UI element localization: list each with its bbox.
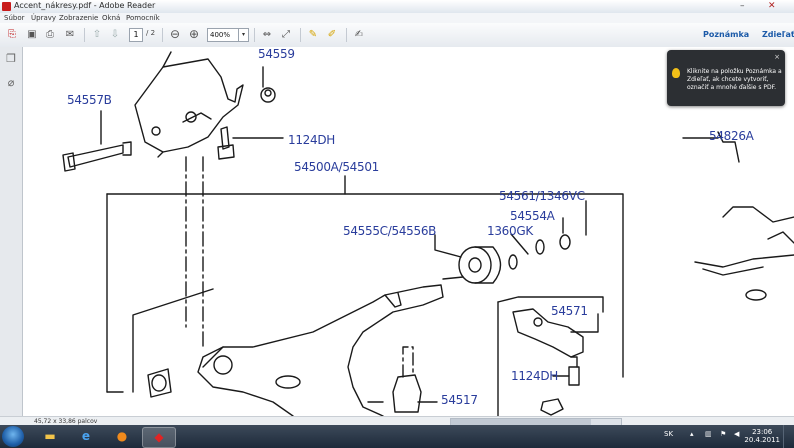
tooltip: × Kliknite na položku Poznámka a Zdieľať… [667,50,785,106]
separator [300,28,301,42]
fit-page-icon[interactable]: ⤢ [279,27,293,42]
separator [254,28,255,42]
clock-time: 23:06 [752,428,773,436]
zoom-value: 400% [210,31,231,39]
menu-view[interactable]: Zobrazenie [59,13,98,23]
part-label-54559: 54559 [258,47,295,61]
notes-button[interactable]: Poznámka [703,30,749,39]
volume-icon[interactable]: ◀ [734,430,739,438]
comment-icon[interactable]: ✎ [306,27,320,42]
part-label-54561: 54561/1346VC [499,189,585,203]
part-label-1360gk: 1360GK [487,224,533,238]
part-label-1124dh-top: 1124DH [288,133,336,147]
menu-file[interactable]: Súbor [4,13,24,23]
minimize-button[interactable]: – [740,1,745,12]
taskbar: ▬ e ● ◆ SK ▴ ▥ ⚑ ◀ 23:06 20.4.2011 [0,425,794,448]
clock[interactable]: 23:06 20.4.2011 [744,428,780,444]
create-pdf-icon[interactable]: ⎘ [4,27,20,42]
menu-window[interactable]: Okná [102,13,120,23]
zoom-out-icon[interactable]: ⊖ [168,27,182,42]
taskbar-adobe-reader[interactable]: ◆ [142,427,176,448]
taskbar-ie[interactable]: e [70,427,102,446]
title-bar: Accent_nákresy.pdf - Adobe Reader – ✕ [0,0,794,14]
close-icon[interactable]: × [774,53,780,61]
taskbar-firefox[interactable]: ● [106,427,138,446]
navigation-pane: ❐ ⌀ [0,47,23,416]
menu-edit[interactable]: Úpravy [31,13,56,23]
part-label-54571: 54571 [551,304,588,318]
page-total: / 2 [146,29,156,37]
tooltip-text: Kliknite na položku Poznámka a Zdieľať, … [687,68,782,91]
page-number-input[interactable]: 1 [129,28,143,42]
clock-date: 20.4.2011 [744,436,780,444]
network-icon[interactable]: ▥ [705,430,712,438]
toolbar: ⎘ ▣ ⎙ ✉ ⇧ ⇩ 1 / 2 ⊖ ⊕ 400% ▾ ⇔ ⤢ ✎ ✐ ✍ P… [0,23,794,48]
menu-help[interactable]: Pomocník [126,13,160,23]
sign-icon[interactable]: ✍ [352,27,366,42]
previous-page-icon[interactable]: ⇧ [90,27,104,42]
menu-bar: Súbor Úpravy Zobrazenie Okná Pomocník [0,13,794,23]
email-icon[interactable]: ✉ [62,27,78,42]
firefox-icon: ● [116,429,128,443]
language-indicator[interactable]: SK [664,430,673,438]
next-page-icon[interactable]: ⇩ [108,27,122,42]
separator [162,28,163,42]
separator [346,28,347,42]
part-label-1124dh-bottom: 1124DH [511,369,559,383]
zoom-in-icon[interactable]: ⊕ [187,27,201,42]
bracket-shape [134,58,244,153]
part-label-54517: 54517 [441,393,478,407]
show-desktop-button[interactable] [783,425,794,448]
adobe-reader-icon: ◆ [154,430,164,444]
windows-start-icon[interactable] [2,426,24,447]
fit-width-icon[interactable]: ⇔ [260,27,274,42]
window-title: Accent_nákresy.pdf - Adobe Reader [14,1,156,10]
part-label-54826a: 54826A [709,129,754,143]
share-button[interactable]: Zdieľať [762,30,794,39]
part-label-54555c: 54555C/54556B [343,224,437,238]
attachment-icon[interactable]: ⌀ [5,77,17,89]
print-icon[interactable]: ⎙ [43,27,57,42]
pages-icon[interactable]: ❐ [5,53,17,65]
chevron-down-icon[interactable]: ▾ [238,29,248,41]
adobe-reader-icon [2,2,11,11]
part-label-54557b: 54557B [67,93,112,107]
highlight-icon[interactable]: ✐ [325,27,339,42]
zoom-select[interactable]: 400% ▾ [207,28,249,42]
part-label-54500a: 54500A/54501 [294,160,379,174]
close-button[interactable]: ✕ [768,1,776,12]
lightbulb-icon [672,68,680,78]
internet-explorer-icon: e [81,429,91,443]
taskbar-explorer[interactable]: ▬ [34,427,66,446]
folder-icon: ▬ [44,429,56,443]
separator [84,28,85,42]
tray-expand-icon[interactable]: ▴ [690,430,694,438]
part-label-54554a: 54554A [510,209,555,223]
flag-icon[interactable]: ⚑ [720,430,726,438]
save-icon[interactable]: ▣ [25,27,39,42]
